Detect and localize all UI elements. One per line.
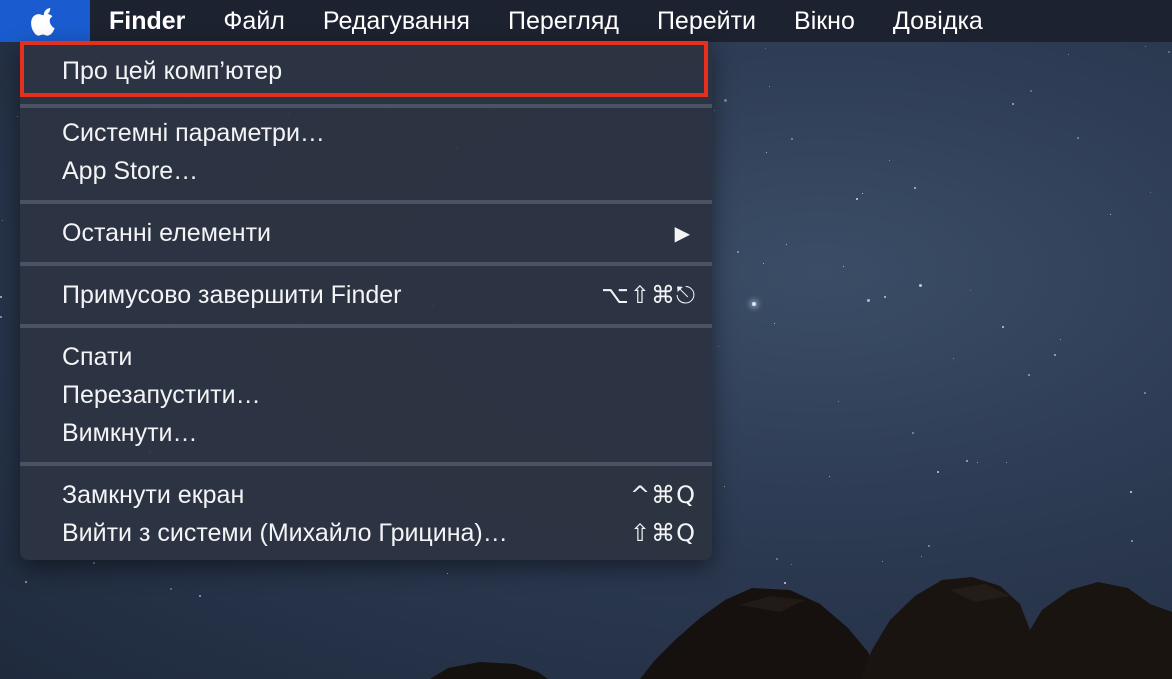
menu-bar: Finder Файл Редагування Перегляд Перейти…: [0, 0, 1172, 42]
apple-logo-icon: [31, 8, 55, 36]
menu-window[interactable]: Вікно: [775, 0, 874, 42]
menu-separator: [20, 324, 712, 328]
menu-item-label: Вимкнути…: [62, 419, 198, 447]
menu-item-logout[interactable]: Вийти з системи (Михайло Грицина)… ⇧⌘Q: [20, 514, 712, 552]
menu-item-system-preferences[interactable]: Системні параметри…: [20, 114, 712, 152]
menu-item-force-quit[interactable]: Примусово завершити Finder ⌥⇧⌘⎋: [20, 276, 712, 314]
menu-item-recent-items[interactable]: Останні елементи ▶: [20, 214, 712, 252]
menu-item-label: Вийти з системи (Михайло Грицина)…: [62, 519, 508, 547]
menu-item-shortcut: ⇧⌘Q: [630, 519, 696, 547]
menu-item-sleep[interactable]: Спати: [20, 338, 712, 376]
menu-item-label: Замкнути екран: [62, 481, 245, 509]
menu-view[interactable]: Перегляд: [489, 0, 638, 42]
apple-menu-button[interactable]: [0, 0, 90, 42]
menu-help[interactable]: Довідка: [874, 0, 1002, 42]
menu-separator: [20, 262, 712, 266]
menu-item-label: Перезапустити…: [62, 381, 261, 409]
menu-item-label: Примусово завершити Finder: [62, 281, 402, 309]
menu-edit[interactable]: Редагування: [304, 0, 489, 42]
menu-item-label: Спати: [62, 343, 133, 371]
desktop: Finder Файл Редагування Перегляд Перейти…: [0, 0, 1172, 679]
menu-separator: [20, 104, 712, 108]
menu-separator: [20, 200, 712, 204]
menu-item-label: App Store…: [62, 157, 199, 185]
menu-separator: [20, 462, 712, 466]
menu-finder[interactable]: Finder: [90, 0, 204, 42]
menu-item-app-store[interactable]: App Store…: [20, 152, 712, 190]
menu-item-label: Системні параметри…: [62, 119, 325, 147]
menu-item-shutdown[interactable]: Вимкнути…: [20, 414, 712, 452]
triangle-right-icon: ▶: [674, 221, 690, 245]
menu-item-shortcut: ^⌘Q: [630, 481, 696, 509]
apple-dropdown-menu: Про цей комп’ютер Системні параметри… Ap…: [20, 42, 712, 560]
menu-go[interactable]: Перейти: [638, 0, 775, 42]
menu-item-lock-screen[interactable]: Замкнути екран ^⌘Q: [20, 476, 712, 514]
menu-item-restart[interactable]: Перезапустити…: [20, 376, 712, 414]
annotation-highlight-box: [20, 41, 708, 97]
menu-item-label: Останні елементи: [62, 219, 272, 247]
menu-item-shortcut: ⌥⇧⌘⎋: [601, 281, 696, 309]
menu-file[interactable]: Файл: [204, 0, 303, 42]
